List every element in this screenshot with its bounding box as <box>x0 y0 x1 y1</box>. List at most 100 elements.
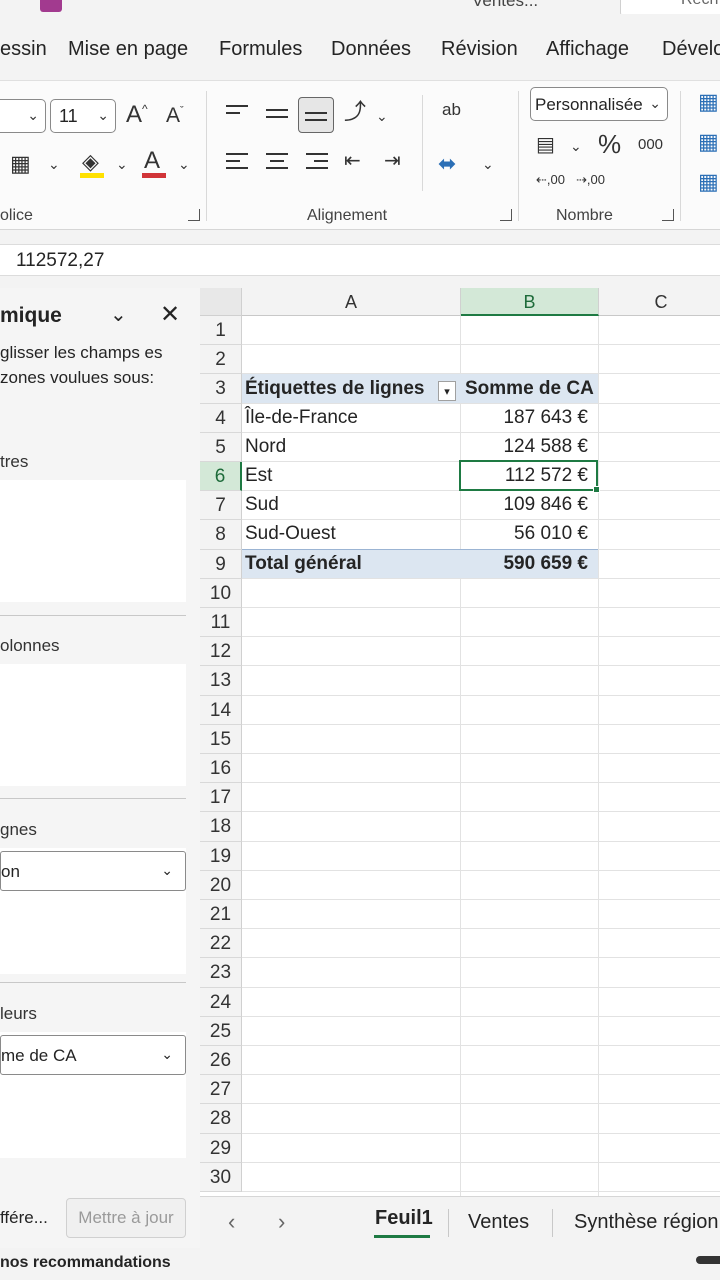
chevron-right-icon[interactable]: › <box>278 1209 285 1235</box>
sheet-tab-ventes[interactable]: Ventes <box>468 1211 529 1234</box>
pivot-row-label[interactable]: Sud <box>245 494 279 516</box>
merge-center-icon[interactable]: ⬌ <box>438 153 456 175</box>
row-header[interactable]: 12 <box>200 637 242 667</box>
format-table-icon[interactable]: ▦ <box>698 131 719 153</box>
file-title[interactable]: Ventes... <box>472 0 538 11</box>
sheet-tab-feuil1[interactable]: Feuil1 <box>375 1207 433 1230</box>
pivot-row-label[interactable]: Est <box>245 465 272 487</box>
pivot-value-header[interactable]: Somme de CA <box>465 378 594 400</box>
row-header[interactable]: 28 <box>200 1104 242 1134</box>
chevron-down-icon[interactable]: ⌄ <box>178 157 190 171</box>
column-header-c[interactable]: C <box>599 288 720 316</box>
fill-color-icon[interactable]: ◈ <box>82 151 99 173</box>
row-header[interactable]: 30 <box>200 1162 242 1192</box>
grand-total-value[interactable]: 590 659 € <box>503 553 588 575</box>
conditional-format-icon[interactable]: ▦ <box>698 91 719 113</box>
filters-area[interactable] <box>0 480 186 602</box>
grand-total-label[interactable]: Total général <box>245 553 362 575</box>
police-launcher-icon[interactable] <box>188 209 200 221</box>
pivot-row-label-header[interactable]: Étiquettes de lignes <box>245 378 424 400</box>
rows-field-dropdown[interactable]: on ⌄ <box>0 851 186 891</box>
row-header[interactable]: 4 <box>200 403 242 433</box>
row-header[interactable]: 24 <box>200 987 242 1017</box>
formula-value[interactable]: 112572,27 <box>16 250 104 272</box>
align-left-icon[interactable] <box>226 153 248 174</box>
sort-filter-icon[interactable]: ▾ <box>438 381 456 401</box>
row-header[interactable]: 10 <box>200 578 242 608</box>
chevron-left-icon[interactable]: ‹ <box>228 1209 235 1235</box>
chevron-down-icon[interactable]: ⌄ <box>48 157 60 171</box>
row-header[interactable]: 2 <box>200 345 242 375</box>
recommendations-text[interactable]: nos recommandations <box>0 1254 171 1272</box>
chevron-down-icon[interactable]: ⌄ <box>376 109 388 123</box>
nombre-launcher-icon[interactable] <box>662 209 674 221</box>
tab-mise-en-page[interactable]: Mise en page <box>68 38 188 61</box>
pivot-row-value[interactable]: 187 643 € <box>503 407 588 429</box>
decrease-decimal-icon[interactable]: ⇢,00 <box>576 173 605 186</box>
tab-donnees[interactable]: Données <box>331 38 411 61</box>
decrease-indent-icon[interactable]: ⇤ <box>344 151 361 171</box>
row-header[interactable]: 11 <box>200 608 242 638</box>
grow-font-icon[interactable]: A^ <box>126 103 148 127</box>
alignement-launcher-icon[interactable] <box>500 209 512 221</box>
update-button[interactable]: Mettre à jour <box>66 1198 186 1238</box>
chevron-down-icon[interactable]: ⌄ <box>116 157 128 171</box>
formula-bar[interactable]: 112572,27 <box>0 244 720 276</box>
shrink-font-icon[interactable]: Aˇ <box>166 105 184 126</box>
pivot-row-value[interactable]: 56 010 € <box>514 523 588 545</box>
row-header[interactable]: 9 <box>200 549 242 579</box>
percent-style-icon[interactable]: % <box>598 131 621 157</box>
tab-revision[interactable]: Révision <box>441 38 518 61</box>
pivot-row-label[interactable]: Nord <box>245 436 286 458</box>
row-header[interactable]: 17 <box>200 783 242 813</box>
column-header-b[interactable]: B <box>461 288 599 316</box>
row-header[interactable]: 6 <box>200 462 242 492</box>
row-header[interactable]: 18 <box>200 812 242 842</box>
align-top-icon[interactable] <box>226 105 248 119</box>
increase-indent-icon[interactable]: ⇥ <box>384 151 401 171</box>
redo-icon[interactable] <box>92 0 114 12</box>
row-header[interactable]: 1 <box>200 316 242 346</box>
columns-area[interactable] <box>0 664 186 786</box>
chevron-down-icon[interactable]: ⌄ <box>482 157 494 171</box>
sheet-tab-synthese[interactable]: Synthèse région <box>574 1211 719 1234</box>
font-size-combo[interactable]: 11 ⌄ <box>50 99 116 133</box>
pivot-row-value[interactable]: 124 588 € <box>503 436 588 458</box>
align-bottom-button[interactable] <box>298 97 334 133</box>
increase-decimal-icon[interactable]: ⇠,00 <box>536 173 565 186</box>
close-icon[interactable]: ✕ <box>160 300 180 329</box>
row-header[interactable]: 29 <box>200 1133 242 1163</box>
row-header[interactable]: 13 <box>200 666 242 696</box>
row-header[interactable]: 7 <box>200 491 242 521</box>
font-name-combo[interactable]: ⌄ <box>0 99 46 133</box>
row-header[interactable]: 26 <box>200 1046 242 1076</box>
align-right-icon[interactable] <box>306 153 328 174</box>
font-color-icon[interactable]: A <box>144 149 160 173</box>
save-icon[interactable] <box>40 0 62 12</box>
row-header[interactable]: 19 <box>200 841 242 871</box>
cell-styles-icon[interactable]: ▦ <box>698 171 719 193</box>
row-header[interactable]: 20 <box>200 870 242 900</box>
accounting-format-icon[interactable]: ▤ <box>536 135 555 155</box>
tab-affichage[interactable]: Affichage <box>546 38 629 61</box>
defer-update-checkbox[interactable]: ffére... <box>0 1208 48 1228</box>
row-header[interactable]: 23 <box>200 958 242 988</box>
align-middle-icon[interactable] <box>266 109 288 123</box>
row-header[interactable]: 8 <box>200 520 242 550</box>
fill-handle[interactable] <box>593 486 600 493</box>
comma-style-icon[interactable]: 000 <box>638 137 663 152</box>
pivot-row-value[interactable]: 109 846 € <box>503 494 588 516</box>
active-cell-selection[interactable] <box>459 460 600 493</box>
spreadsheet-grid[interactable]: A B C 1 2 3 4 5 6 7 8 9 10 11 12 13 14 15 16 17 18 19 20 21 2… <box>200 288 720 1196</box>
row-header[interactable]: 27 <box>200 1075 242 1105</box>
chevron-down-icon[interactable]: ⌄ <box>110 302 127 327</box>
row-header[interactable]: 16 <box>200 754 242 784</box>
search-box[interactable]: Rech <box>620 0 720 14</box>
column-header-a[interactable]: A <box>242 288 461 316</box>
row-header[interactable]: 3 <box>200 374 242 404</box>
row-header[interactable]: 22 <box>200 929 242 959</box>
number-format-combo[interactable]: Personnalisée ⌄ <box>530 87 668 121</box>
row-header[interactable]: 25 <box>200 1016 242 1046</box>
pivot-row-label[interactable]: Île-de-France <box>245 407 358 429</box>
row-header[interactable]: 14 <box>200 695 242 725</box>
